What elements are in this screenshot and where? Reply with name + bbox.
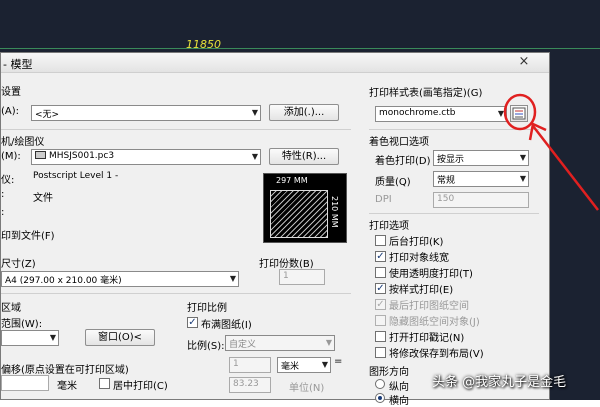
watermark: 头条 @我家丸子是金毛 <box>432 375 567 390</box>
annotation-circle <box>503 93 537 131</box>
red-annotation <box>503 93 599 211</box>
annotation-arrow-line <box>532 125 599 211</box>
